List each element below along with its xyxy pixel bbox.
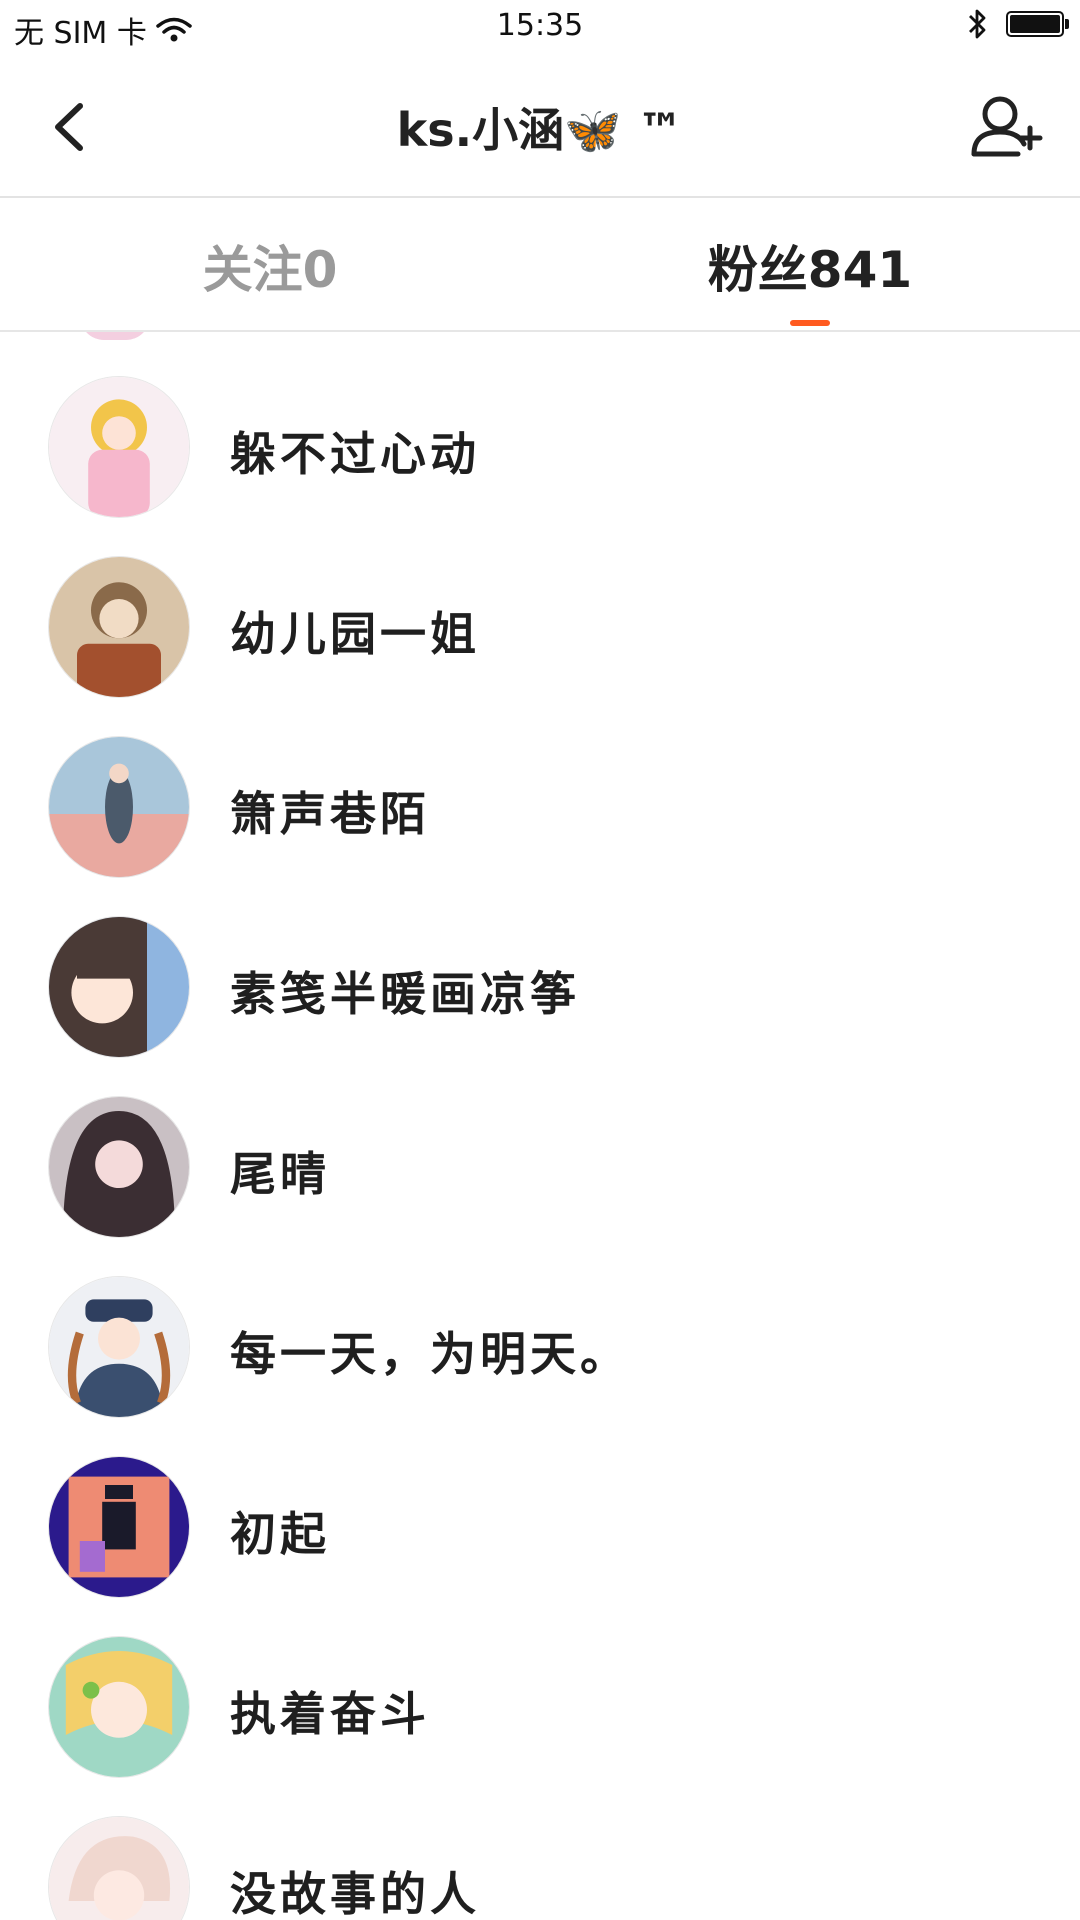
avatar-image xyxy=(49,1817,189,1920)
follower-name: 躲不过心动 xyxy=(230,427,480,481)
tab-following[interactable]: 关注0 xyxy=(0,230,540,302)
follower-name: 箫声巷陌 xyxy=(230,787,430,841)
followers-list[interactable]: 躲不过心动 幼儿园一姐 箫声巷陌 素笺半暖画凉筝 尾晴 每一天，为明天。 初起 … xyxy=(0,332,1080,1920)
avatar[interactable] xyxy=(48,1096,190,1238)
avatar[interactable] xyxy=(48,1276,190,1418)
avatar[interactable] xyxy=(48,376,190,518)
avatar-image xyxy=(49,377,189,517)
list-item[interactable]: 箫声巷陌 xyxy=(0,692,1080,878)
clock: 15:35 xyxy=(496,8,584,43)
status-bar: 无 SIM 卡 15:35 xyxy=(0,0,1080,54)
avatar[interactable] xyxy=(48,736,190,878)
follower-name: 幼儿园一姐 xyxy=(230,607,480,661)
follower-name: 没故事的人 xyxy=(230,1867,480,1920)
avatar-image xyxy=(49,1457,189,1597)
list-item[interactable]: 执着奋斗 xyxy=(0,1592,1080,1778)
avatar[interactable] xyxy=(48,916,190,1058)
tab-followers[interactable]: 粉丝841 xyxy=(540,230,1080,302)
avatar[interactable] xyxy=(48,556,190,698)
avatar[interactable] xyxy=(48,1636,190,1778)
list-item[interactable]: 每一天，为明天。 xyxy=(0,1232,1080,1418)
tab-bar: 关注0 粉丝841 xyxy=(0,198,1080,332)
list-item[interactable]: 没故事的人 xyxy=(0,1772,1080,1920)
follower-name: 素笺半暖画凉筝 xyxy=(230,967,580,1021)
follower-name: 初起 xyxy=(230,1507,330,1561)
bluetooth-icon xyxy=(969,9,986,39)
page-title: ks.小涵🦋 ™ xyxy=(396,103,684,157)
avatar-image xyxy=(49,1637,189,1777)
avatar[interactable] xyxy=(48,1816,190,1920)
status-right xyxy=(966,8,1069,40)
nav-bar: ks.小涵🦋 ™ xyxy=(0,54,1080,198)
follower-name: 执着奋斗 xyxy=(230,1687,430,1741)
list-item[interactable]: 躲不过心动 xyxy=(0,332,1080,518)
follower-name: 尾晴 xyxy=(230,1147,330,1201)
list-item[interactable]: 幼儿园一姐 xyxy=(0,512,1080,698)
avatar-image xyxy=(49,1097,189,1237)
avatar-image xyxy=(49,737,189,877)
list-item[interactable]: 尾晴 xyxy=(0,1052,1080,1238)
avatar-image xyxy=(49,1277,189,1417)
add-user-icon xyxy=(971,96,1043,157)
list-item[interactable]: 素笺半暖画凉筝 xyxy=(0,872,1080,1058)
follower-name: 每一天，为明天。 xyxy=(230,1327,630,1381)
avatar-image xyxy=(49,557,189,697)
battery-icon xyxy=(1006,11,1069,37)
avatar[interactable] xyxy=(48,1456,190,1598)
avatar-image xyxy=(49,917,189,1057)
list-item[interactable]: 初起 xyxy=(0,1412,1080,1598)
add-user-button[interactable] xyxy=(968,92,1044,162)
active-tab-indicator xyxy=(790,320,830,326)
